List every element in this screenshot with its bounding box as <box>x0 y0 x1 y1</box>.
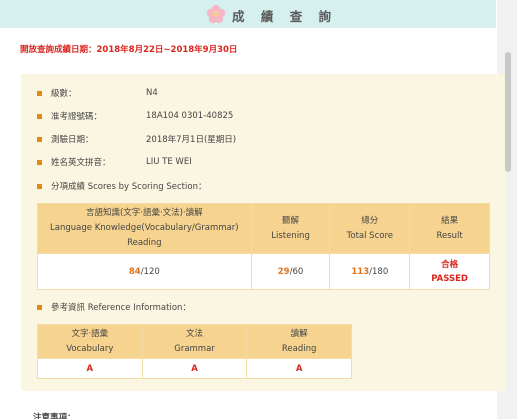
header-line: Vocabulary <box>66 343 114 354</box>
score-total: 113/180 <box>329 253 411 290</box>
info-label: 級數： <box>51 89 77 99</box>
info-label: 姓名英文拼音： <box>51 158 111 168</box>
header-vocabulary: 文字·語彙 Vocabulary <box>37 324 143 359</box>
result-cell: 合格 PASSED <box>409 253 490 290</box>
info-value: N4 <box>146 88 158 98</box>
info-value: 2018年7月1日(星期日) <box>146 135 237 145</box>
score-language-knowledge: 84/120 <box>37 253 252 290</box>
info-value: LIU TE WEI <box>146 157 192 167</box>
bullet-icon <box>37 90 42 96</box>
score-listening: 29/60 <box>250 253 331 290</box>
reference-table: 文字·語彙 Vocabulary 文法 Grammar 讀解 Reading A… <box>37 324 352 379</box>
grade-reading: A <box>246 358 352 379</box>
header-line: 文法 <box>186 328 204 339</box>
header-line: 言語知識(文字·語彙·文法)·讀解 <box>85 208 203 218</box>
query-period-notice: 開放查詢成績日期：2018年8月22日~2018年9月30日 <box>20 45 238 55</box>
header-listening: 聽解 Listening <box>250 203 331 254</box>
header-line: Grammar <box>174 343 215 354</box>
score-max: /180 <box>369 266 389 277</box>
bullet-icon <box>37 113 42 119</box>
info-row-level: 級數： N4 <box>37 87 158 99</box>
info-label: 測驗日期： <box>51 135 94 145</box>
score-table: 言語知識(文字·語彙·文法)·讀解 Language Knowledge(Voc… <box>37 203 490 290</box>
header-line: 總分 <box>361 215 379 226</box>
bullet-icon <box>37 304 42 310</box>
section-title: 分項成績 Scores by Scoring Section： <box>51 182 207 192</box>
info-value: 18A104 0301-40825 <box>146 111 234 121</box>
header-line: 讀解 <box>290 328 308 339</box>
header-line: Listening <box>271 230 310 241</box>
table-header-row: 言語知識(文字·語彙·文法)·讀解 Language Knowledge(Voc… <box>37 203 490 254</box>
header-line: Total Score <box>346 230 393 241</box>
bullet-icon <box>37 136 42 142</box>
score-value: 29 <box>277 266 290 277</box>
scoring-section-heading: 分項成績 Scores by Scoring Section： <box>37 180 206 192</box>
header-line: Reading <box>127 238 162 248</box>
bullet-icon <box>37 183 42 189</box>
header-line: Result <box>436 230 463 241</box>
grade-vocabulary: A <box>37 358 143 379</box>
reference-section-heading: 參考資訊 Reference Information： <box>37 301 191 313</box>
bullet-icon <box>37 159 42 165</box>
header-language-knowledge: 言語知識(文字·語彙·文法)·讀解 Language Knowledge(Voc… <box>37 203 252 254</box>
grade-grammar: A <box>141 358 248 379</box>
flower-icon <box>206 4 226 24</box>
header-line: 聽解 <box>282 215 300 226</box>
header-grammar: 文法 Grammar <box>141 324 248 359</box>
header-result: 結果 Result <box>409 203 490 254</box>
info-row-exam-number: 准考證號碼： 18A104 0301-40825 <box>37 110 233 122</box>
header-reading: 讀解 Reading <box>246 324 352 359</box>
score-max: /60 <box>289 266 304 277</box>
section-title: 參考資訊 Reference Information： <box>51 303 191 313</box>
header-total-score: 總分 Total Score <box>329 203 411 254</box>
header-line: 結果 <box>441 215 459 226</box>
page-title: 成 績 查 詢 <box>232 9 338 24</box>
table-row: A A A <box>37 358 352 379</box>
notes-heading: 注意事項： <box>33 413 76 419</box>
result-status-en: PASSED <box>431 273 468 284</box>
info-row-test-date: 測驗日期： 2018年7月1日(星期日) <box>37 133 236 145</box>
info-label: 准考證號碼： <box>51 112 103 122</box>
header-line: 文字·語彙 <box>71 328 109 339</box>
table-row: 84/120 29/60 113/180 合格 PASSED <box>37 253 490 290</box>
header-line: Reading <box>281 343 317 354</box>
result-status: 合格 <box>441 259 459 270</box>
table-header-row: 文字·語彙 Vocabulary 文法 Grammar 讀解 Reading <box>37 324 352 359</box>
info-row-name: 姓名英文拼音： LIU TE WEI <box>37 156 192 168</box>
header-line: Language Knowledge(Vocabulary/Grammar) <box>50 223 239 233</box>
score-value: 84 <box>128 266 141 277</box>
scrollbar-thumb[interactable] <box>505 52 511 172</box>
score-max: /120 <box>140 266 160 277</box>
score-value: 113 <box>351 266 370 277</box>
